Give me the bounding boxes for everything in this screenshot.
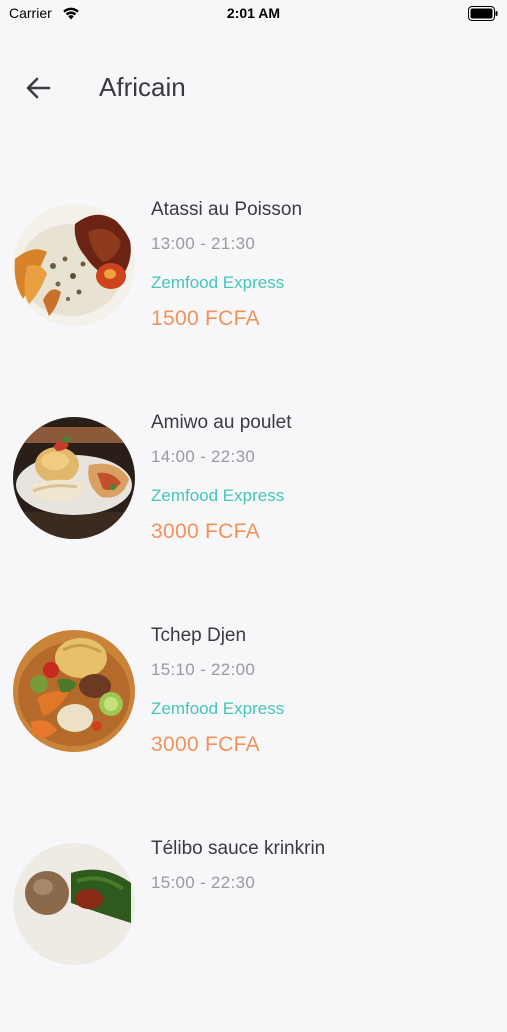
food-list: Atassi au Poisson 13:00 - 21:30 Zemfood … (0, 180, 507, 1032)
food-name: Atassi au Poisson (151, 199, 303, 220)
food-price: 3000 FCFA (151, 520, 260, 543)
food-price: 1500 FCFA (151, 307, 260, 330)
page-title: Africain (99, 72, 186, 102)
food-image (13, 204, 135, 326)
food-hours: 15:10 - 22:00 (151, 660, 256, 679)
back-button[interactable] (18, 70, 58, 106)
food-name: Tchep Djen (151, 625, 247, 646)
battery-icon (468, 6, 498, 21)
food-hours: 15:00 - 22:30 (151, 873, 256, 892)
food-image (13, 630, 135, 752)
status-time: 2:01 AM (226, 5, 281, 21)
food-name: Télibo sauce krinkrin (151, 838, 326, 859)
food-price: 3000 FCFA (151, 733, 260, 756)
food-item-amiwo[interactable]: Amiwo au poulet 14:00 - 22:30 Zemfood Ex… (0, 393, 507, 606)
food-image (13, 417, 135, 539)
restaurant-name: Zemfood Express (151, 273, 285, 292)
arrow-left-icon (26, 77, 51, 99)
food-hours: 14:00 - 22:30 (151, 447, 256, 466)
status-bar: Carrier 2:01 AM (0, 0, 507, 28)
app-header: Africain (0, 60, 507, 116)
food-item-atassi[interactable]: Atassi au Poisson 13:00 - 21:30 Zemfood … (0, 180, 507, 393)
food-image (13, 843, 135, 965)
food-hours: 13:00 - 21:30 (151, 234, 256, 253)
food-name: Amiwo au poulet (151, 412, 292, 433)
restaurant-name: Zemfood Express (151, 699, 285, 718)
food-item-tchep[interactable]: Tchep Djen 15:10 - 22:00 Zemfood Express… (0, 606, 507, 819)
restaurant-name: Zemfood Express (151, 486, 285, 505)
food-item-telibo[interactable]: Télibo sauce krinkrin 15:00 - 22:30 (0, 819, 507, 1032)
